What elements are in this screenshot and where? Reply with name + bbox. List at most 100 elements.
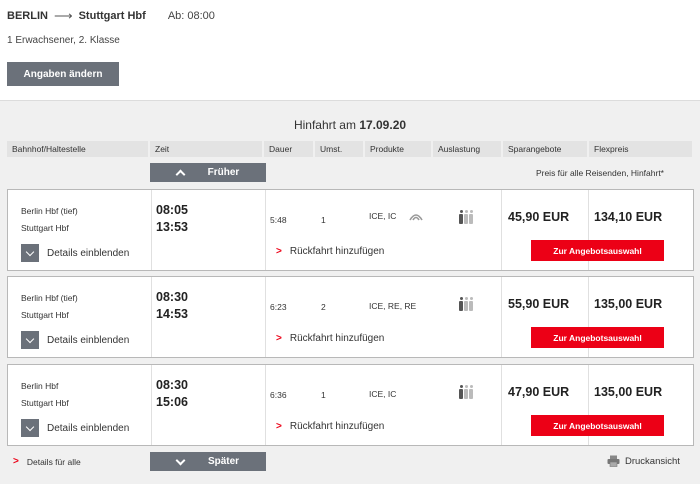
chevron-down-icon — [25, 247, 35, 256]
products: ICE, IC — [369, 389, 396, 399]
arrival-time: 13:53 — [156, 220, 188, 234]
connection-card: Berlin Hbf Stuttgart Hbf 08:30 15:06 6:3… — [7, 364, 694, 446]
add-return-label: Rückfahrt hinzufügen — [289, 333, 385, 344]
add-return-label: Rückfahrt hinzufügen — [289, 421, 385, 432]
earlier-label: Früher — [207, 167, 240, 178]
destination-station: Stuttgart Hbf — [78, 10, 146, 22]
details-all-label: Details für alle — [26, 456, 81, 467]
earlier-button[interactable]: Früher — [150, 163, 266, 182]
divider — [501, 277, 502, 357]
details-label: Details einblenden — [47, 247, 130, 259]
wifi-icon — [409, 214, 423, 221]
arrival-station: Stuttgart Hbf — [21, 310, 69, 320]
add-return-link[interactable]: > Rückfahrt hinzufügen — [276, 333, 384, 344]
header-changes: Umst. — [315, 141, 363, 157]
expand-box[interactable] — [21, 331, 39, 349]
add-return-label: Rückfahrt hinzufügen — [289, 246, 385, 257]
arrival-station: Stuttgart Hbf — [21, 223, 69, 233]
print-view-link[interactable]: Druckansicht — [607, 455, 680, 467]
occupancy-low-icon — [459, 385, 474, 399]
select-offer-button[interactable]: Zur Angebotsauswahl — [531, 240, 664, 261]
header-station: Bahnhof/Haltestelle — [7, 141, 148, 157]
occupancy-low-icon — [459, 297, 474, 311]
later-label: Später — [207, 456, 240, 467]
divider — [265, 365, 266, 445]
connection-card: Berlin Hbf (tief) Stuttgart Hbf 08:30 14… — [7, 276, 694, 358]
header-flex-fare: Flexpreis — [589, 141, 692, 157]
duration: 6:23 — [270, 302, 287, 312]
changes-count: 2 — [321, 302, 326, 312]
occupancy-low-icon — [459, 210, 474, 224]
saver-price[interactable]: 45,90 EUR — [508, 210, 569, 224]
header-occupancy: Auslastung — [433, 141, 501, 157]
changes-count: 1 — [321, 390, 326, 400]
later-button[interactable]: Später — [150, 452, 266, 471]
header-duration: Dauer — [264, 141, 313, 157]
expand-box[interactable] — [21, 419, 39, 437]
expand-box[interactable] — [21, 244, 39, 262]
results-header: Bahnhof/Haltestelle Zeit Dauer Umst. Pro… — [7, 141, 694, 157]
passenger-info: 1 Erwachsener, 2. Klasse — [7, 35, 120, 46]
arrival-time: 14:53 — [156, 307, 188, 321]
details-all-link[interactable]: > Details für alle — [13, 456, 81, 467]
chevron-right-icon: > — [276, 421, 282, 432]
departure-station: Berlin Hbf — [21, 381, 59, 391]
products: ICE, IC — [369, 211, 423, 222]
outbound-title: Hinfahrt am 17.09.20 — [0, 118, 700, 132]
chevron-down-icon — [25, 422, 35, 431]
saver-price[interactable]: 55,90 EUR — [508, 297, 569, 311]
outbound-date: 17.09.20 — [359, 118, 407, 132]
flex-price[interactable]: 135,00 EUR — [594, 297, 662, 311]
details-toggle[interactable]: Details einblenden — [21, 331, 129, 349]
divider — [501, 365, 502, 445]
add-return-link[interactable]: > Rückfahrt hinzufügen — [276, 421, 384, 432]
print-view-label: Druckansicht — [625, 455, 680, 467]
divider — [265, 190, 266, 270]
origin-station: BERLIN — [7, 10, 48, 22]
duration: 6:36 — [270, 390, 287, 400]
chevron-up-icon — [175, 169, 186, 180]
price-note: Preis für alle Reisenden, Hinfahrt* — [535, 168, 664, 178]
departure-station: Berlin Hbf (tief) — [21, 293, 78, 303]
select-offer-button[interactable]: Zur Angebotsauswahl — [531, 415, 664, 436]
arrival-station: Stuttgart Hbf — [21, 398, 69, 408]
header-products: Produkte — [365, 141, 431, 157]
add-return-link[interactable]: > Rückfahrt hinzufügen — [276, 246, 384, 257]
details-label: Details einblenden — [47, 422, 130, 434]
departure-station: Berlin Hbf (tief) — [21, 206, 78, 216]
products-label: ICE, IC — [369, 389, 397, 399]
divider — [151, 277, 152, 357]
changes-count: 1 — [321, 215, 326, 225]
chevron-down-icon — [175, 455, 186, 465]
header-saver-fares: Sparangebote — [503, 141, 587, 157]
details-toggle[interactable]: Details einblenden — [21, 244, 129, 262]
chevron-right-icon: > — [276, 246, 282, 257]
products: ICE, RE, RE — [369, 301, 416, 311]
products-label: ICE, RE, RE — [369, 301, 417, 311]
flex-price[interactable]: 134,10 EUR — [594, 210, 662, 224]
duration: 5:48 — [270, 215, 287, 225]
chevron-right-icon: > — [276, 333, 282, 344]
departure-time: Ab: 08:00 — [167, 10, 215, 22]
search-summary: BERLIN ⟶ Stuttgart Hbf Ab: 08:00 1 Erwac… — [0, 0, 700, 101]
divider — [265, 277, 266, 357]
details-toggle[interactable]: Details einblenden — [21, 419, 129, 437]
departure-time: 08:30 — [156, 378, 188, 392]
departure-time: 08:05 — [156, 203, 188, 217]
connection-card: Berlin Hbf (tief) Stuttgart Hbf 08:05 13… — [7, 189, 694, 271]
details-label: Details einblenden — [47, 334, 130, 346]
printer-icon — [607, 455, 620, 467]
chevron-down-icon — [25, 334, 35, 343]
arrow-right-icon: ⟶ — [53, 8, 73, 23]
arrival-time: 15:06 — [156, 395, 188, 409]
outbound-title-prefix: Hinfahrt am — [293, 118, 356, 132]
change-search-button[interactable]: Angaben ändern — [7, 62, 119, 86]
divider — [151, 365, 152, 445]
route-summary: BERLIN ⟶ Stuttgart Hbf Ab: 08:00 — [7, 8, 215, 24]
products-label: ICE, IC — [369, 211, 397, 221]
flex-price[interactable]: 135,00 EUR — [594, 385, 662, 399]
saver-price[interactable]: 47,90 EUR — [508, 385, 569, 399]
select-offer-button[interactable]: Zur Angebotsauswahl — [531, 327, 664, 348]
divider — [151, 190, 152, 270]
divider — [501, 190, 502, 270]
